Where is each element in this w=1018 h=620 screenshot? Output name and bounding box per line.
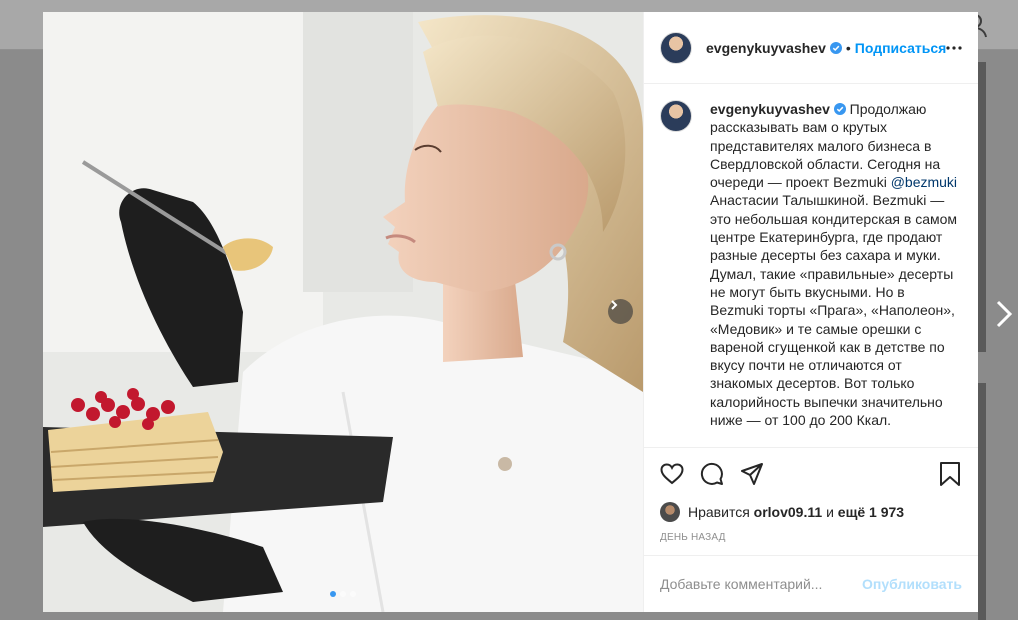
carousel-indicator <box>43 591 643 597</box>
carousel-dot <box>350 591 356 597</box>
header-separator: • <box>845 39 851 56</box>
caption-author-avatar[interactable] <box>660 100 692 132</box>
post-photo <box>43 12 643 612</box>
post-photo-illustration <box>43 12 643 612</box>
post-side-panel: evgenykuyvashev • Подписаться evgenykuyv… <box>643 12 978 612</box>
like-button[interactable] <box>658 460 686 488</box>
background-post-tile <box>978 62 986 352</box>
carousel-next-button[interactable] <box>608 299 633 324</box>
comment-form: Опубликовать <box>644 556 978 612</box>
more-dots-icon <box>946 45 962 50</box>
follow-button[interactable]: Подписаться <box>855 40 947 56</box>
modal-next-arrow-icon[interactable] <box>990 296 1016 332</box>
carousel-dot <box>330 591 336 597</box>
post-actions <box>644 448 978 500</box>
carousel-dot <box>340 591 346 597</box>
comment-button[interactable] <box>698 460 726 488</box>
heart-icon <box>660 463 684 485</box>
bookmark-icon <box>940 462 960 486</box>
caption-text: evgenykuyvashev Продолжаю рассказывать в… <box>710 100 962 429</box>
share-button[interactable] <box>738 460 766 488</box>
post-header: evgenykuyvashev • Подписаться <box>644 12 978 84</box>
liker-username[interactable]: orlov09.11 <box>754 504 823 520</box>
background-post-tile <box>978 383 986 620</box>
paper-plane-icon <box>741 463 763 485</box>
likes-summary: Нравится orlov09.11 и ещё 1 973 <box>644 500 978 524</box>
likes-count[interactable]: ещё 1 973 <box>838 504 904 520</box>
caption-body-part2: Анастасии Талышкиной. Bezmuki — это небо… <box>710 192 958 429</box>
likes-prefix: Нравится <box>688 504 750 520</box>
verified-badge-icon <box>829 41 842 54</box>
post-modal: evgenykuyvashev • Подписаться evgenykuyv… <box>43 12 978 612</box>
more-options-button[interactable] <box>946 36 962 60</box>
caption: evgenykuyvashev Продолжаю рассказывать в… <box>660 100 962 429</box>
author-username[interactable]: evgenykuyvashev <box>706 40 826 56</box>
save-button[interactable] <box>936 460 964 488</box>
author-avatar[interactable] <box>660 31 692 64</box>
publish-button[interactable]: Опубликовать <box>862 576 962 592</box>
comment-input[interactable] <box>660 576 863 592</box>
liker-avatar[interactable] <box>660 502 680 522</box>
chevron-right-icon <box>611 300 618 310</box>
caption-username[interactable]: evgenykuyvashev <box>710 101 830 117</box>
speech-bubble-icon <box>700 462 723 485</box>
comments-section: evgenykuyvashev Продолжаю рассказывать в… <box>644 84 978 448</box>
likes-connector: и <box>826 504 834 520</box>
post-timestamp[interactable]: ДЕНЬ НАЗАД <box>644 524 978 556</box>
caption-mention-link[interactable]: @bezmuki <box>891 174 957 190</box>
verified-badge-icon <box>833 103 846 115</box>
